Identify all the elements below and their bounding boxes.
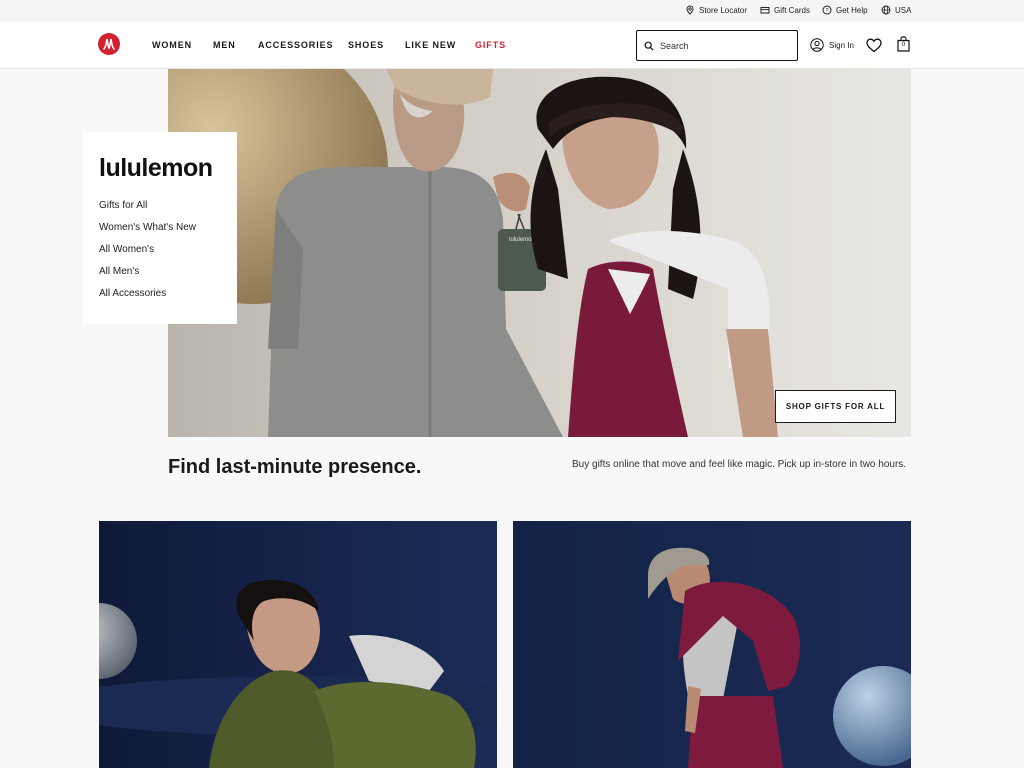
menu-link-all-accessories[interactable]: All Accessories — [99, 288, 166, 299]
main-header: WOMEN MEN ACCESSORIES SHOES LIKE NEW GIF… — [0, 22, 1024, 69]
region-selector[interactable]: USA — [881, 5, 911, 15]
shop-gifts-button[interactable]: SHOP GIFTS FOR ALL — [775, 390, 896, 423]
utility-bar: Store Locator Gift Cards ? Get Help USA — [0, 0, 1024, 22]
store-locator-link[interactable]: Store Locator — [685, 5, 747, 15]
hero-image: lululemon — [168, 69, 911, 437]
brand-title: lululemon — [99, 154, 213, 182]
search-box[interactable] — [636, 30, 798, 61]
get-help-link[interactable]: ? Get Help — [822, 5, 868, 15]
product-tile-right[interactable] — [513, 521, 911, 768]
region-label: USA — [895, 5, 912, 15]
svg-text:?: ? — [825, 8, 828, 14]
shopping-bag-button[interactable]: 0 — [897, 36, 910, 52]
nav-accessories[interactable]: ACCESSORIES — [258, 40, 333, 50]
menu-link-gifts-for-all[interactable]: Gifts for All — [99, 200, 147, 211]
promo-headline: Find last-minute presence. — [168, 456, 422, 478]
user-icon — [810, 38, 824, 52]
nav-like-new[interactable]: LIKE NEW — [405, 40, 456, 50]
store-locator-label: Store Locator — [699, 5, 748, 15]
gift-cards-link[interactable]: Gift Cards — [760, 5, 810, 15]
search-input[interactable] — [660, 38, 790, 54]
nav-men[interactable]: MEN — [213, 40, 236, 50]
nav-gifts[interactable]: GIFTS — [475, 40, 506, 50]
hero-banner[interactable]: lululemon — [168, 69, 911, 437]
nav-women[interactable]: WOMEN — [152, 40, 192, 50]
product-image-right — [513, 521, 911, 768]
menu-link-all-mens[interactable]: All Men's — [99, 266, 139, 277]
get-help-label: Get Help — [836, 5, 868, 15]
location-pin-icon — [686, 5, 694, 15]
sign-in-button[interactable]: Sign In — [810, 38, 854, 52]
menu-link-all-womens[interactable]: All Women's — [99, 244, 154, 255]
hero-menu-card: lululemon Gifts for All Women's What's N… — [83, 132, 237, 324]
menu-link-womens-whats-new[interactable]: Women's What's New — [99, 222, 196, 233]
gift-cards-label: Gift Cards — [774, 5, 811, 15]
help-icon: ? — [822, 5, 832, 15]
sign-in-label: Sign In — [829, 40, 854, 50]
search-icon — [644, 41, 654, 51]
bag-count: 0 — [901, 42, 906, 48]
gift-card-icon — [760, 7, 770, 14]
heart-icon[interactable] — [866, 38, 882, 53]
product-tile-left[interactable] — [99, 521, 497, 768]
product-image-left — [99, 521, 497, 768]
lululemon-logo-icon[interactable] — [98, 33, 120, 55]
promo-subline: Buy gifts online that move and feel like… — [572, 459, 907, 470]
bag-brand-text: lululemon — [509, 237, 535, 243]
globe-icon — [881, 5, 891, 15]
nav-shoes[interactable]: SHOES — [348, 40, 384, 50]
